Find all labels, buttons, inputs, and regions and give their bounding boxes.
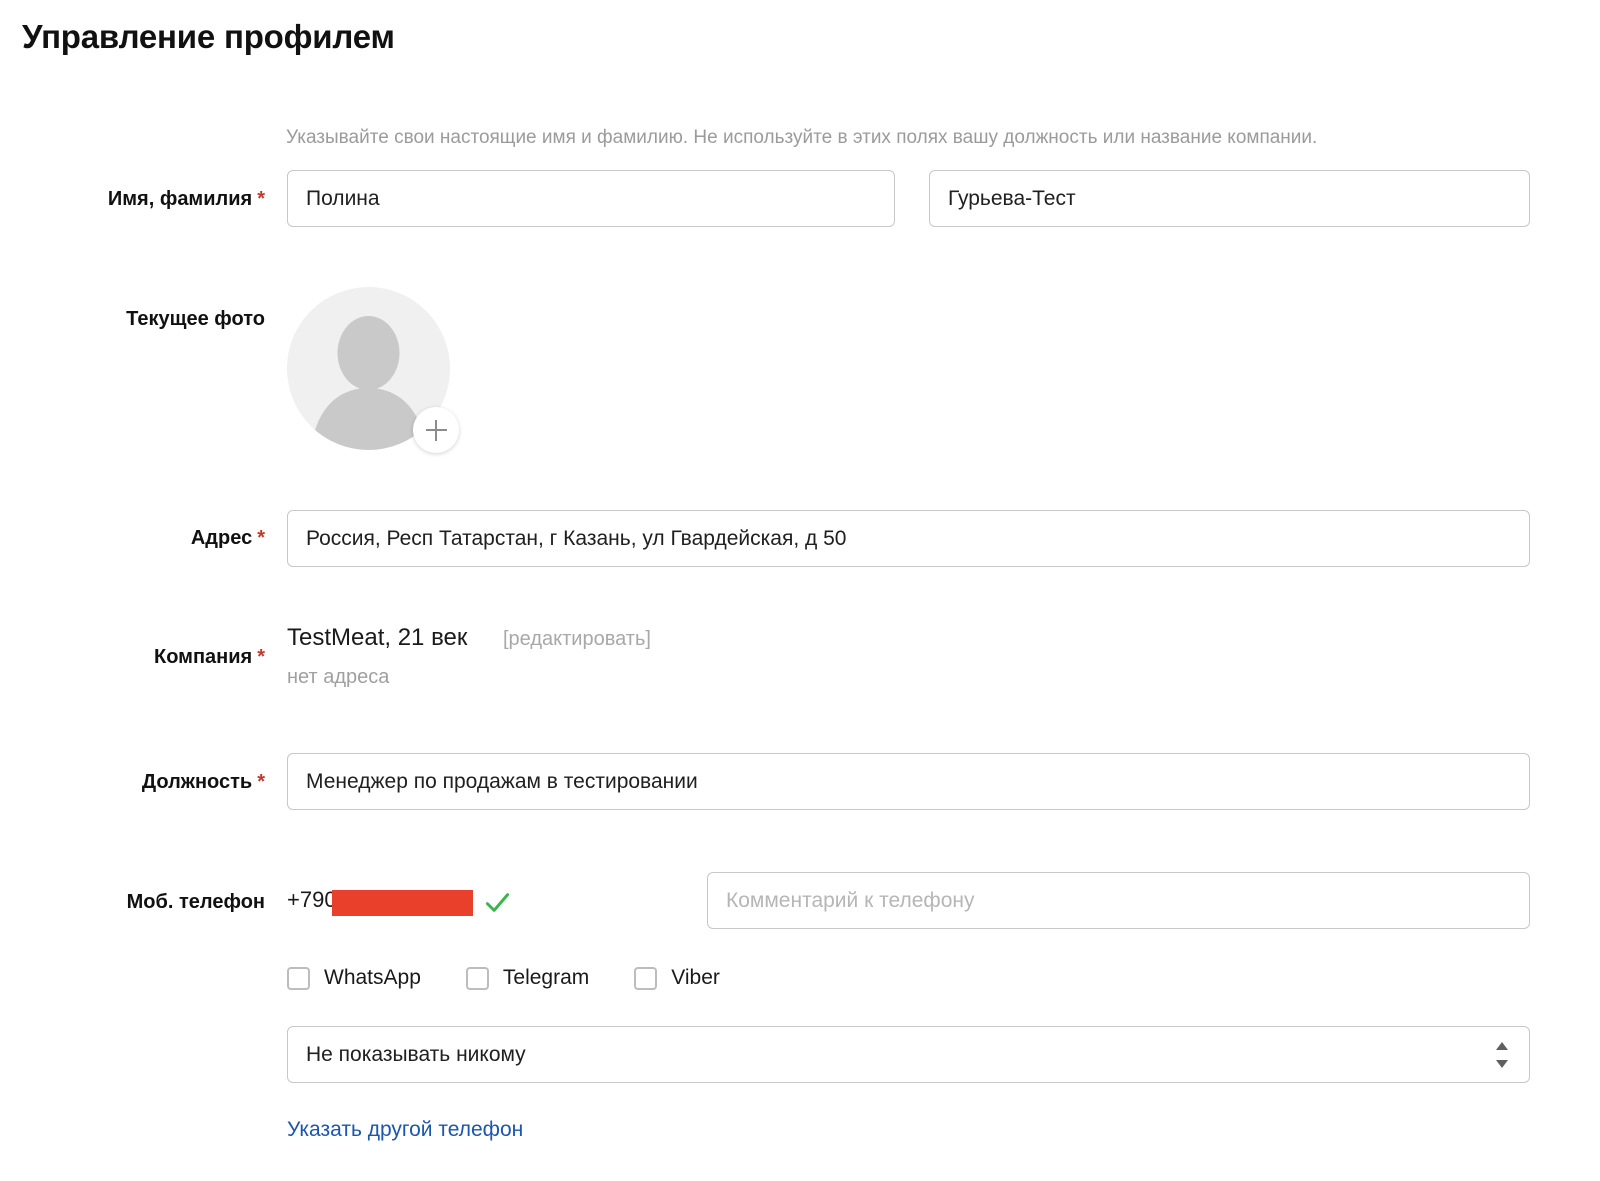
messenger-checkbox-row: WhatsApp Telegram Viber <box>287 963 765 993</box>
company-label-text: Компания <box>154 646 253 668</box>
phone-visibility-value: Не показывать никому <box>306 1043 526 1066</box>
address-label-text: Адрес <box>190 527 253 549</box>
position-input[interactable] <box>287 753 1530 810</box>
last-name-input[interactable] <box>929 170 1530 227</box>
avatar-wrapper[interactable] <box>287 287 459 453</box>
add-photo-button[interactable] <box>413 407 459 453</box>
messenger-checkbox-whatsapp[interactable]: WhatsApp <box>287 966 421 990</box>
messenger-label-whatsapp: WhatsApp <box>324 966 421 989</box>
checkbox-box-viber[interactable] <box>634 966 658 990</box>
company-address-note: нет адреса <box>287 666 390 688</box>
address-input[interactable] <box>287 510 1530 567</box>
company-label: Компания * <box>0 646 265 669</box>
name-label: Имя, фамилия * <box>0 188 265 211</box>
phone-number: +790 <box>287 887 337 912</box>
phone-label: Моб. телефон <box>126 891 265 913</box>
company-edit-link[interactable]: [редактировать] <box>503 628 651 651</box>
checkbox-box-whatsapp[interactable] <box>287 966 310 990</box>
position-label-text: Должность <box>141 771 253 793</box>
name-label-text: Имя, фамилия <box>107 188 253 210</box>
messenger-label-viber: Viber <box>671 966 720 989</box>
messenger-checkbox-viber[interactable]: Viber <box>634 966 720 990</box>
name-hint-text: Указывайте свои настоящие имя и фамилию.… <box>286 127 1318 148</box>
company-required-asterisk: * <box>257 646 265 668</box>
address-label: Адрес * <box>0 527 265 550</box>
position-required-asterisk: * <box>257 771 265 793</box>
phone-comment-input[interactable] <box>707 872 1530 929</box>
position-label: Должность * <box>0 771 265 794</box>
first-name-input[interactable] <box>287 170 895 227</box>
page-title: Управление профилем <box>22 18 395 55</box>
photo-label: Текущее фото <box>126 308 265 330</box>
phone-visibility-select[interactable]: Не показывать никому <box>287 1026 1530 1083</box>
another-phone-link[interactable]: Указать другой телефон <box>287 1118 523 1142</box>
stepper-arrows-icon[interactable] <box>1496 1041 1509 1069</box>
messenger-checkbox-telegram[interactable]: Telegram <box>465 966 590 990</box>
address-required-asterisk: * <box>257 527 265 549</box>
check-icon <box>485 893 510 912</box>
phone-redaction-block <box>332 890 473 916</box>
profile-management-page: Управление профилем Указывайте свои наст… <box>0 0 1600 1181</box>
company-name: TestMeat, 21 век <box>287 624 468 651</box>
name-required-asterisk: * <box>257 188 265 210</box>
messenger-label-telegram: Telegram <box>502 966 590 989</box>
checkbox-box-telegram[interactable] <box>465 966 489 990</box>
